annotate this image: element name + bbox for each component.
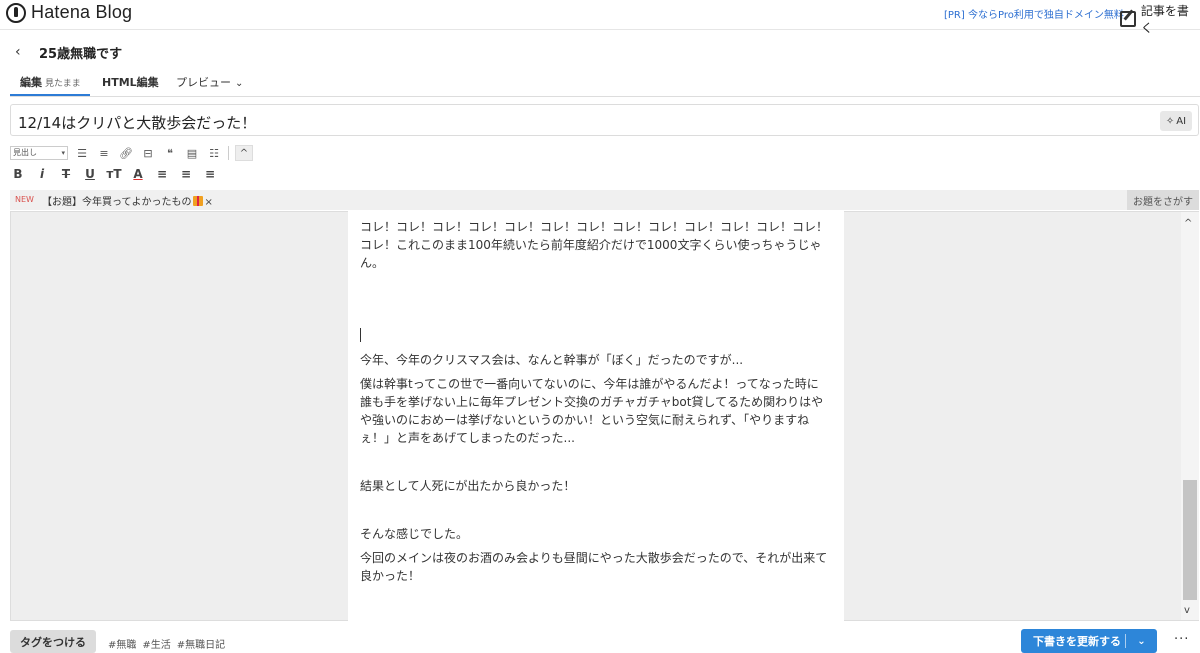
link-icon[interactable]: 🔗︎	[118, 145, 134, 161]
active-tab-indicator	[10, 94, 90, 96]
align-center-icon[interactable]: ≡	[178, 167, 194, 181]
ai-assist-button[interactable]: ✧ AI	[1160, 111, 1192, 131]
tab-preview[interactable]: プレビュー ⌄	[176, 74, 243, 90]
tag-list: #無職 #生活 #無職日記	[108, 636, 225, 651]
logo-text: Hatena Blog	[31, 2, 133, 22]
back-icon[interactable]: ‹	[15, 44, 21, 60]
editor-toolbar-row-2: B i T U тT A ≡ ≡ ≡	[10, 165, 218, 183]
align-right-icon[interactable]: ≡	[202, 167, 218, 181]
tab-edit-sublabel: 見たまま	[45, 79, 81, 89]
blog-name: 25歳無職です	[39, 47, 123, 62]
gift-icon	[192, 196, 203, 206]
bold-icon[interactable]: B	[10, 167, 26, 181]
font-size-icon[interactable]: тT	[106, 167, 122, 181]
body-paragraph[interactable]: 僕は幹事tってこの世で一番向いてないのに、今年は誰がやるんだよ！ってなった時に誰…	[360, 375, 830, 447]
topic-link[interactable]: 【お題】今年買ってよかったもの ×	[42, 193, 213, 208]
editor-mode-tabs: 編集 見たまま HTML編集 プレビュー ⌄	[10, 66, 1200, 97]
body-paragraph[interactable]: コレ！コレ！コレ！コレ！コレ！コレ！コレ！コレ！コレ！コレ！コレ！コレ！コレ！コ…	[360, 218, 830, 272]
blockquote-icon[interactable]: ❝	[162, 145, 178, 161]
write-article-button[interactable]: 記事を書く	[1120, 2, 1200, 36]
italic-icon[interactable]: i	[34, 167, 50, 181]
text-color-icon[interactable]: A	[130, 167, 146, 181]
top-bar: Hatena Blog [PR] 今ならPro利用で独自ドメイン無料 記事を書く	[0, 0, 1200, 35]
chevron-down-icon[interactable]: ⌄	[1126, 636, 1157, 647]
editor-scrollbar[interactable]: ^ v	[1181, 212, 1199, 620]
tag-item[interactable]: #無職日記	[177, 636, 225, 651]
update-draft-button[interactable]: 下書きを更新する ⌄	[1021, 629, 1157, 653]
ai-label: AI	[1176, 115, 1187, 127]
topic-close-icon[interactable]: ×	[205, 197, 213, 208]
scroll-up-icon[interactable]: ^	[1184, 218, 1192, 229]
topic-text: 【お題】今年買ってよかったもの	[42, 197, 192, 208]
tab-preview-label: プレビュー	[176, 76, 231, 89]
more-format-icon[interactable]: ☷	[206, 145, 222, 161]
editor-toolbar-row-1: 見出し ☰ ≡ 🔗︎ ⊟ ❝ ▤ ☷ ^	[10, 144, 253, 162]
article-title-value: 12/14はクリパと大散歩会だった！	[18, 114, 257, 132]
scrollbar-thumb[interactable]	[1183, 480, 1197, 600]
heading-select[interactable]: 見出し	[10, 146, 68, 160]
body-paragraph[interactable]: 結果として人死にが出たから良かった！	[360, 477, 830, 495]
article-title-input[interactable]: 12/14はクリパと大散歩会だった！ ✧ AI	[10, 104, 1199, 136]
tab-html-edit[interactable]: HTML編集	[102, 74, 159, 90]
body-paragraph[interactable]: 今年、今年のクリスマス会は、なんと幹事が「ぼく」だったのですが...	[360, 351, 830, 369]
add-tags-button[interactable]: タグをつける	[10, 630, 96, 653]
collapse-toolbar-button[interactable]: ^	[235, 145, 253, 161]
tab-edit-label: 編集	[20, 76, 42, 89]
align-left-icon[interactable]: ≡	[154, 167, 170, 181]
update-draft-label: 下書きを更新する	[1033, 635, 1121, 648]
edit-pen-icon	[1120, 11, 1136, 27]
tag-item[interactable]: #生活	[142, 636, 170, 651]
tag-item[interactable]: #無職	[108, 636, 136, 651]
chevron-down-icon: ⌄	[235, 78, 244, 89]
hatena-blog-logo[interactable]: Hatena Blog	[6, 2, 132, 23]
strikethrough-icon[interactable]: T	[58, 167, 74, 181]
topic-suggestion-bar: NEW 【お題】今年買ってよかったもの × お題をさがす	[10, 190, 1199, 210]
bullet-list-icon[interactable]: ☰	[74, 145, 90, 161]
new-badge: NEW	[15, 195, 34, 204]
underline-icon[interactable]: U	[82, 167, 98, 181]
scroll-down-icon[interactable]: v	[1184, 605, 1190, 616]
toolbar-divider	[228, 146, 229, 160]
horizontal-rule-icon[interactable]: ⊟	[140, 145, 156, 161]
sparkle-icon: ✧	[1165, 115, 1175, 127]
text-cursor	[360, 328, 361, 342]
table-icon[interactable]: ▤	[184, 145, 200, 161]
body-paragraph[interactable]: 今回のメインは夜のお酒のみ会よりも昼間にやった大散歩会だったので、それが出来て良…	[360, 549, 830, 585]
hatena-logo-icon	[6, 2, 26, 23]
pr-domain-link[interactable]: [PR] 今ならPro利用で独自ドメイン無料	[944, 6, 1124, 21]
body-paragraph[interactable]: そんな感じでした。	[360, 525, 830, 543]
tab-wysiwyg-edit[interactable]: 編集 見たまま	[20, 74, 81, 90]
more-options-icon[interactable]: ···	[1174, 632, 1189, 647]
find-topic-button[interactable]: お題をさがす	[1127, 190, 1199, 210]
write-article-label: 記事を書く	[1140, 4, 1189, 35]
numbered-list-icon[interactable]: ≡	[96, 145, 112, 161]
